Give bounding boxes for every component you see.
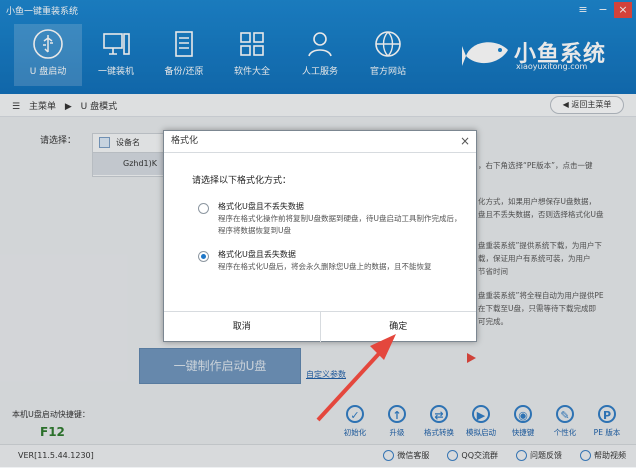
annotation-arrow-icon: [316, 334, 396, 422]
radio-lose-data[interactable]: [198, 251, 209, 262]
option-title: 格式化U盘且不丢失数据: [218, 202, 304, 211]
option-keep-data[interactable]: 格式化U盘且不丢失数据 程序在格式化操作前将复制U盘数据到硬盘，待U盘启动工具制…: [198, 201, 468, 241]
option-desc: 程序在格式化U盘后，将会永久删除您U盘上的数据，且不能恢复: [218, 262, 432, 271]
dialog-title: 格式化: [164, 131, 476, 153]
option-title: 格式化U盘且丢失数据: [218, 250, 296, 259]
format-dialog: 格式化 × 请选择以下格式化方式： 格式化U盘且不丢失数据 程序在格式化操作前将…: [163, 130, 477, 342]
dialog-close-icon[interactable]: ×: [460, 134, 470, 148]
dialog-prompt: 请选择以下格式化方式：: [192, 176, 292, 186]
radio-keep-data[interactable]: [198, 203, 209, 214]
option-lose-data[interactable]: 格式化U盘且丢失数据 程序在格式化U盘后，将会永久删除您U盘上的数据，且不能恢复: [198, 249, 468, 279]
cancel-button[interactable]: 取消: [164, 312, 321, 342]
option-desc: 程序在格式化操作前将复制U盘数据到硬盘，待U盘启动工具制作完成后，程序将数据恢复…: [218, 214, 462, 235]
